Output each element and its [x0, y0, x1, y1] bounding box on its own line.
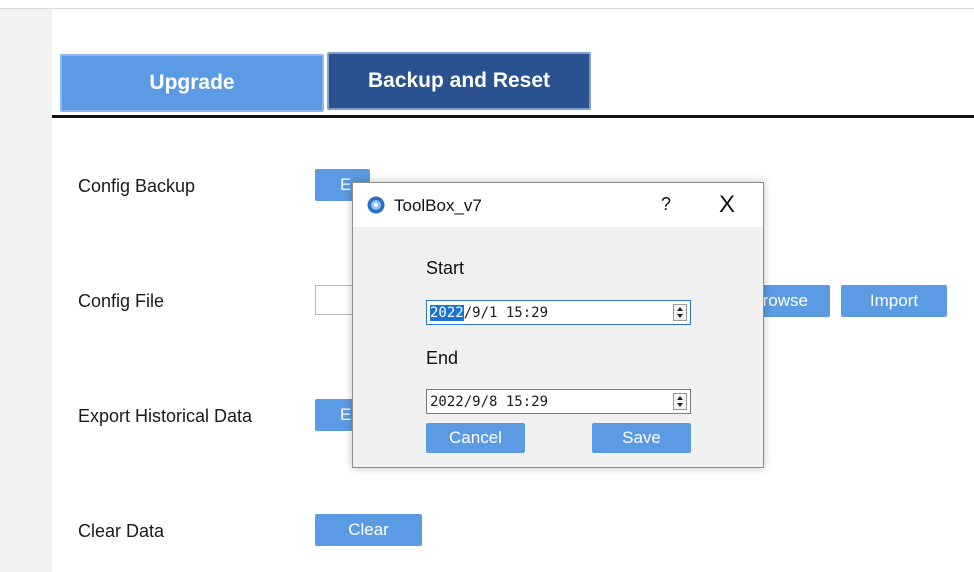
- end-label: End: [426, 348, 459, 368]
- end-spinner-icon[interactable]: [673, 393, 687, 410]
- start-datetime-field[interactable]: 2022/9/1 15:29: [426, 300, 691, 325]
- start-spinner-icon[interactable]: [673, 304, 687, 321]
- dialog-title: ToolBox_v7: [394, 196, 482, 215]
- tab-underline: [52, 115, 974, 118]
- start-label: Start: [426, 258, 465, 278]
- tab-backup-and-reset[interactable]: Backup and Reset: [327, 52, 591, 110]
- toolbox-app-icon: [367, 196, 385, 214]
- help-icon[interactable]: ?: [661, 194, 671, 215]
- config-backup-label: Config Backup: [78, 176, 196, 196]
- tab-upgrade-label: Upgrade: [149, 71, 235, 94]
- config-file-label: Config File: [78, 291, 165, 311]
- clear-data-label: Clear Data: [78, 521, 165, 541]
- save-button[interactable]: Save: [592, 423, 691, 453]
- clear-button[interactable]: Clear: [315, 514, 422, 546]
- date-range-dialog: ToolBox_v7 ? X Start 2022/9/1 15:29 End …: [352, 182, 764, 468]
- top-border: [0, 8, 974, 9]
- end-datetime-value: 2022/9/8 15:29: [430, 393, 549, 410]
- tab-backup-label: Backup and Reset: [367, 69, 551, 92]
- import-button[interactable]: Import: [841, 285, 947, 317]
- start-year-selection: 2022: [430, 304, 464, 321]
- close-icon[interactable]: X: [719, 191, 735, 219]
- cancel-button[interactable]: Cancel: [426, 423, 525, 453]
- start-datetime-rest: /9/1 15:29: [463, 304, 549, 321]
- export-historical-data-label: Export Historical Data: [78, 406, 253, 426]
- end-datetime-field[interactable]: 2022/9/8 15:29: [426, 389, 691, 414]
- left-sidebar-strip: [0, 9, 52, 572]
- dialog-titlebar[interactable]: ToolBox_v7 ? X: [353, 183, 763, 227]
- tab-upgrade[interactable]: Upgrade: [60, 54, 324, 112]
